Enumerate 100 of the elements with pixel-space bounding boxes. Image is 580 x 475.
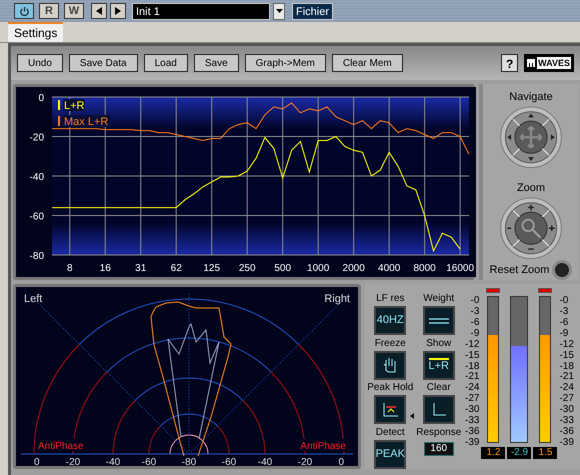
meter-scale-label: -24 bbox=[465, 383, 480, 394]
control-label: Freeze bbox=[374, 336, 406, 350]
help-button[interactable]: ? bbox=[501, 54, 518, 72]
zoom-knob-icon[interactable] bbox=[498, 196, 564, 259]
meter-scale-label: -18 bbox=[465, 362, 480, 372]
x-tick-label: 4000 bbox=[378, 263, 400, 274]
control-label: Peak Hold bbox=[367, 381, 414, 395]
meter-scale-label: -6 bbox=[470, 318, 480, 328]
y-tick-label: -80 bbox=[30, 251, 44, 262]
meter-scale-label: -24 bbox=[559, 383, 574, 394]
left-arrow-icon bbox=[96, 7, 102, 15]
control-button[interactable] bbox=[422, 306, 455, 335]
control-label: Show bbox=[426, 336, 452, 350]
x-tick-label: 500 bbox=[274, 263, 292, 274]
x-tick-label: 250 bbox=[238, 263, 256, 274]
meter-scale-label: -15 bbox=[465, 350, 480, 361]
dropdown-button[interactable] bbox=[273, 2, 285, 20]
scale-label: -40 bbox=[106, 457, 120, 466]
x-tick-label: 8 bbox=[66, 263, 73, 274]
left-label: Left bbox=[24, 293, 42, 305]
file-menu-button[interactable]: Fichier bbox=[292, 2, 334, 20]
meter-scale-label: -0 bbox=[470, 296, 480, 306]
y-tick-label: -60 bbox=[30, 212, 44, 222]
meter-scale-label: -30 bbox=[465, 405, 480, 416]
x-tick-label: 16 bbox=[100, 263, 111, 274]
control-button[interactable]: L+R bbox=[422, 350, 455, 380]
right-label: Right bbox=[324, 293, 350, 305]
scale-label: 0 bbox=[34, 457, 40, 466]
logo: WAVES bbox=[524, 54, 574, 72]
toolbar-button[interactable]: Undo bbox=[17, 54, 63, 72]
previous-button[interactable] bbox=[91, 3, 107, 19]
antiphase-label: AntiPhase bbox=[38, 441, 84, 452]
x-tick-label: 62 bbox=[170, 263, 182, 274]
legend-label: Max L+R bbox=[64, 116, 108, 128]
meter-scale-label: -3 bbox=[559, 306, 568, 317]
toolbar-button[interactable]: Load bbox=[144, 54, 188, 72]
y-tick-label: 0 bbox=[38, 93, 44, 104]
power-button[interactable] bbox=[14, 3, 34, 19]
y-tick-label: -20 bbox=[30, 132, 44, 144]
hand-icon bbox=[383, 357, 398, 373]
x-tick-label: 16000 bbox=[446, 263, 474, 274]
x-tick-label: 125 bbox=[203, 263, 220, 274]
meter-reading: 1.5 bbox=[533, 447, 558, 459]
axes-icon bbox=[432, 402, 446, 416]
navigate-label: Navigate bbox=[509, 90, 553, 105]
scale-label: -20 bbox=[298, 457, 312, 466]
control-button[interactable] bbox=[374, 350, 406, 380]
power-icon bbox=[18, 6, 30, 16]
right-arrow-icon bbox=[115, 7, 121, 15]
scale-label: -60 bbox=[222, 457, 236, 466]
scale-label: -20 bbox=[66, 457, 80, 466]
control-label: LF res bbox=[376, 292, 404, 306]
tab[interactable]: Settings bbox=[8, 22, 64, 42]
logo-mark-icon bbox=[527, 59, 536, 67]
control-button[interactable]: PEAK bbox=[374, 440, 406, 468]
meter-scale-label: -27 bbox=[465, 394, 480, 404]
meter-reading: 1.2 bbox=[481, 447, 506, 459]
toolbar-button[interactable]: Graph->Mem bbox=[244, 54, 326, 72]
control-button[interactable] bbox=[422, 395, 455, 424]
x-tick-label: 2000 bbox=[342, 263, 365, 274]
meter-scale-label: -18 bbox=[559, 362, 574, 372]
scale-label: -80 bbox=[182, 457, 196, 466]
toggle-button[interactable]: W bbox=[64, 3, 84, 19]
double-line-icon bbox=[428, 318, 449, 324]
pointer-icon bbox=[410, 413, 414, 419]
x-tick-label: 31 bbox=[135, 263, 146, 274]
toolbar-button[interactable]: Save Data bbox=[68, 54, 138, 72]
toolbar-button[interactable]: Clear Mem bbox=[332, 54, 403, 72]
scale-label: -40 bbox=[258, 457, 272, 466]
meter-scale-label: -33 bbox=[559, 416, 574, 426]
meter-reading: -2.9 bbox=[507, 447, 532, 459]
meter-scale-label: -3 bbox=[470, 306, 480, 317]
legend-label: L+R bbox=[64, 100, 84, 112]
next-button[interactable] bbox=[110, 3, 126, 19]
meter-scale-label: -9 bbox=[470, 328, 480, 339]
scale-label: -60 bbox=[142, 457, 156, 466]
control-button[interactable]: 40HZ bbox=[374, 306, 406, 335]
control-button[interactable] bbox=[374, 395, 406, 424]
antiphase-label: AntiPhase bbox=[300, 441, 346, 452]
toggle-button[interactable]: R bbox=[39, 3, 59, 19]
meter-scale-label: -6 bbox=[559, 318, 568, 328]
navigation-pad-icon[interactable] bbox=[498, 106, 564, 168]
reset-zoom-button[interactable] bbox=[552, 260, 572, 280]
preset-field[interactable]: Init 1 bbox=[132, 2, 270, 20]
control-label: Detect bbox=[376, 426, 405, 440]
scale-label: 0 bbox=[338, 457, 344, 466]
control-label: Clear bbox=[426, 381, 451, 395]
response-field[interactable]: 160 bbox=[424, 442, 454, 456]
meter-scale-label: -39 bbox=[559, 438, 574, 448]
caret-icon bbox=[276, 9, 282, 13]
meter-scale-label: -36 bbox=[465, 427, 480, 438]
meter-scale-label: -33 bbox=[465, 416, 480, 426]
meter-scale-label: -12 bbox=[465, 340, 480, 350]
meter-scale-label: -15 bbox=[559, 350, 574, 361]
peak-hold-icon bbox=[382, 402, 398, 416]
meter-scale-label: -21 bbox=[559, 372, 574, 382]
y-tick-label: -40 bbox=[30, 172, 44, 183]
meter-scale-label: -36 bbox=[559, 427, 574, 438]
control-label: Weight bbox=[423, 292, 454, 306]
toolbar-button[interactable]: Save bbox=[194, 54, 239, 72]
